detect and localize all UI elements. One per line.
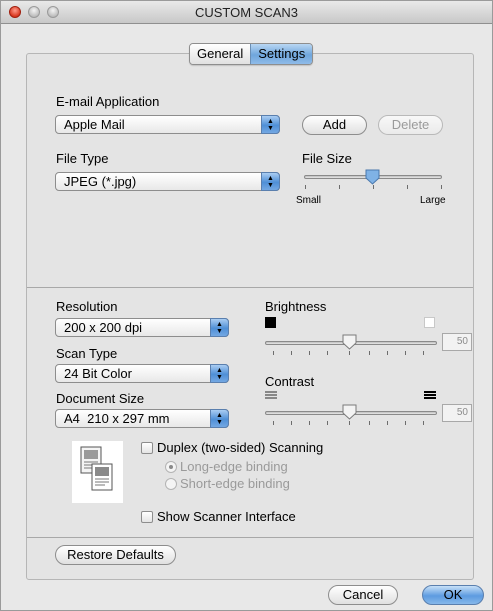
slider-tick	[423, 421, 424, 425]
cancel-button[interactable]: Cancel	[328, 585, 398, 605]
duplex-document-icon	[72, 441, 123, 503]
slider-tick	[291, 351, 292, 355]
tab-general[interactable]: General	[190, 44, 251, 64]
updown-arrows-icon: ▲ ▼	[261, 115, 280, 134]
scan-type-popup[interactable]: 24 Bit Color ▲ ▼	[55, 364, 229, 383]
delete-button[interactable]: Delete	[378, 115, 443, 135]
section-divider	[27, 537, 473, 538]
scan-type-value: 24 Bit Color	[64, 366, 132, 381]
window-title: CUSTOM SCAN3	[194, 5, 299, 20]
slider-tick	[373, 185, 374, 189]
document-size-value: A4 210 x 297 mm	[64, 411, 170, 426]
slider-tick	[327, 421, 328, 425]
file-type-label: File Type	[56, 151, 109, 166]
email-application-label: E-mail Application	[56, 94, 160, 109]
updown-arrows-icon: ▲ ▼	[210, 364, 229, 383]
title-bar[interactable]: CUSTOM SCAN3	[1, 1, 492, 24]
restore-defaults-button[interactable]: Restore Defaults	[55, 545, 176, 565]
slider-tick	[309, 421, 310, 425]
black-square-icon	[265, 317, 276, 328]
slider-tick	[369, 351, 370, 355]
slider-tick	[369, 421, 370, 425]
white-square-icon	[424, 317, 435, 328]
slider-tick	[405, 351, 406, 355]
short-edge-label: Short-edge binding	[180, 476, 290, 491]
long-edge-radio[interactable]	[165, 461, 177, 473]
custom-scan-window: CUSTOM SCAN3 General Settings E-mail App…	[0, 0, 493, 611]
tab-settings[interactable]: Settings	[250, 44, 313, 64]
slider-tick	[405, 421, 406, 425]
slider-tick	[407, 185, 408, 189]
brightness-slider-thumb[interactable]	[342, 334, 357, 350]
slider-tick	[273, 421, 274, 425]
brightness-label: Brightness	[265, 299, 327, 314]
short-edge-radio[interactable]	[165, 478, 177, 490]
document-size-popup[interactable]: A4 210 x 297 mm ▲ ▼	[55, 409, 229, 428]
email-application-value: Apple Mail	[64, 117, 125, 132]
scan-type-label: Scan Type	[56, 346, 118, 361]
duplex-checkbox[interactable]	[141, 442, 153, 454]
add-button[interactable]: Add	[302, 115, 367, 135]
show-scanner-interface-label: Show Scanner Interface	[157, 509, 296, 524]
high-contrast-bars-icon	[424, 391, 436, 402]
resolution-label: Resolution	[56, 299, 118, 314]
email-application-popup[interactable]: Apple Mail ▲ ▼	[55, 115, 280, 134]
show-scanner-interface-checkbox[interactable]	[141, 511, 153, 523]
brightness-value-field[interactable]: 50	[442, 333, 472, 351]
file-size-label: File Size	[302, 151, 352, 166]
contrast-slider-thumb[interactable]	[342, 404, 357, 420]
duplex-label: Duplex (two-sided) Scanning	[157, 440, 324, 455]
file-type-value: JPEG (*.jpg)	[64, 174, 137, 189]
updown-arrows-icon: ▲ ▼	[210, 318, 229, 337]
file-size-slider-thumb[interactable]	[365, 169, 380, 185]
contrast-label: Contrast	[265, 374, 315, 389]
section-divider	[27, 287, 473, 288]
resolution-popup[interactable]: 200 x 200 dpi ▲ ▼	[55, 318, 229, 337]
slider-tick	[305, 185, 306, 189]
updown-arrows-icon: ▲ ▼	[261, 172, 280, 191]
slider-tick	[327, 351, 328, 355]
slider-tick	[441, 185, 442, 189]
file-size-small-label: Small	[296, 195, 322, 206]
resolution-value: 200 x 200 dpi	[64, 320, 143, 335]
slider-tick	[387, 351, 388, 355]
slider-tick	[273, 351, 274, 355]
contrast-value-field[interactable]: 50	[442, 404, 472, 422]
slider-tick	[349, 351, 350, 355]
slider-tick	[291, 421, 292, 425]
ok-button[interactable]: OK	[422, 585, 484, 605]
updown-arrows-icon: ▲ ▼	[210, 409, 229, 428]
slider-tick	[349, 421, 350, 425]
low-contrast-bars-icon	[265, 391, 277, 402]
slider-tick	[309, 351, 310, 355]
slider-tick	[339, 185, 340, 189]
file-size-large-label: Large	[420, 195, 446, 206]
document-size-label: Document Size	[56, 391, 145, 406]
tab-bar: General Settings	[189, 43, 314, 65]
slider-tick	[423, 351, 424, 355]
slider-tick	[387, 421, 388, 425]
long-edge-label: Long-edge binding	[180, 459, 288, 474]
file-type-popup[interactable]: JPEG (*.jpg) ▲ ▼	[55, 172, 280, 191]
